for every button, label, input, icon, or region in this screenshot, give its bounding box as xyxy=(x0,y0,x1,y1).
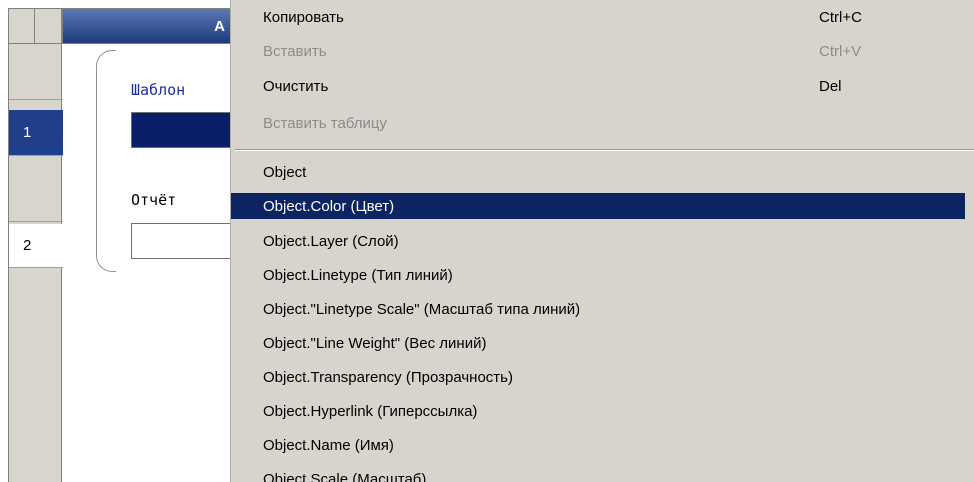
menu-item-label: Object xyxy=(263,163,307,181)
menu-item-label: Object.Transparency (Прозрачность) xyxy=(263,368,513,386)
grid-corner-divider xyxy=(34,8,35,44)
menu-item-label: Очистить xyxy=(263,77,329,95)
menu-item-object-scale[interactable]: Object.Scale (Масштаб) xyxy=(231,466,974,482)
menu-item-object-transparency[interactable]: Object.Transparency (Прозрачность) xyxy=(231,364,974,390)
grid-corner[interactable] xyxy=(8,8,62,44)
menu-item-object-hyperlink[interactable]: Object.Hyperlink (Гиперссылка) xyxy=(231,398,974,424)
row-number: 2 xyxy=(23,237,32,254)
report-label: Отчёт xyxy=(131,191,177,209)
context-menu: Копировать Ctrl+C Вставить Ctrl+V Очисти… xyxy=(230,0,974,482)
menu-item-clear[interactable]: Очистить Del xyxy=(231,73,974,99)
menu-item-copy[interactable]: Копировать Ctrl+C xyxy=(231,4,974,30)
menu-item-label: Копировать xyxy=(263,8,344,26)
menu-item-object-linetype[interactable]: Object.Linetype (Тип линий) xyxy=(231,262,974,288)
menu-item-label: Object.Hyperlink (Гиперссылка) xyxy=(263,402,478,420)
menu-item-label: Вставить таблицу xyxy=(263,114,387,132)
menu-item-label: Object.Linetype (Тип линий) xyxy=(263,266,453,284)
menu-item-label: Object.Color (Цвет) xyxy=(263,197,395,215)
menu-item-object-linetype-scale[interactable]: Object."Linetype Scale" (Масштаб типа ли… xyxy=(231,296,974,322)
row-header-strip: 1 2 xyxy=(8,44,63,482)
template-field[interactable] xyxy=(131,112,241,148)
report-field[interactable] xyxy=(131,223,241,259)
template-label: Шаблон xyxy=(131,81,186,99)
menu-item-object-color[interactable]: Object.Color (Цвет) xyxy=(231,193,965,219)
group-bracket xyxy=(96,50,116,272)
menu-item-shortcut: Ctrl+V xyxy=(819,42,862,60)
row-header-blank xyxy=(9,156,63,222)
row-header-blank xyxy=(9,44,63,100)
menu-item-object-layer[interactable]: Object.Layer (Слой) xyxy=(231,228,974,254)
menu-separator xyxy=(235,149,974,151)
column-header-label: A xyxy=(214,18,225,35)
menu-item-label: Object."Linetype Scale" (Масштаб типа ли… xyxy=(263,300,581,318)
menu-item-object-name[interactable]: Object.Name (Имя) xyxy=(231,432,974,458)
menu-item-label: Object."Line Weight" (Вес линий) xyxy=(263,334,487,352)
menu-item-label: Object.Layer (Слой) xyxy=(263,232,399,250)
column-header-a[interactable]: A xyxy=(62,8,232,44)
menu-item-paste: Вставить Ctrl+V xyxy=(231,38,974,64)
row-header-1[interactable]: 1 xyxy=(9,110,63,156)
menu-item-object[interactable]: Object xyxy=(231,159,974,185)
menu-item-label: Вставить xyxy=(263,42,327,60)
menu-item-shortcut: Del xyxy=(819,77,842,95)
row-header-2[interactable]: 2 xyxy=(9,224,63,268)
menu-item-label: Object.Scale (Масштаб) xyxy=(263,470,427,482)
row-number: 1 xyxy=(23,124,32,141)
menu-item-paste-table: Вставить таблицу xyxy=(231,110,974,136)
menu-item-label: Object.Name (Имя) xyxy=(263,436,394,454)
menu-item-object-line-weight[interactable]: Object."Line Weight" (Вес линий) xyxy=(231,330,974,356)
menu-item-shortcut: Ctrl+C xyxy=(819,8,862,26)
